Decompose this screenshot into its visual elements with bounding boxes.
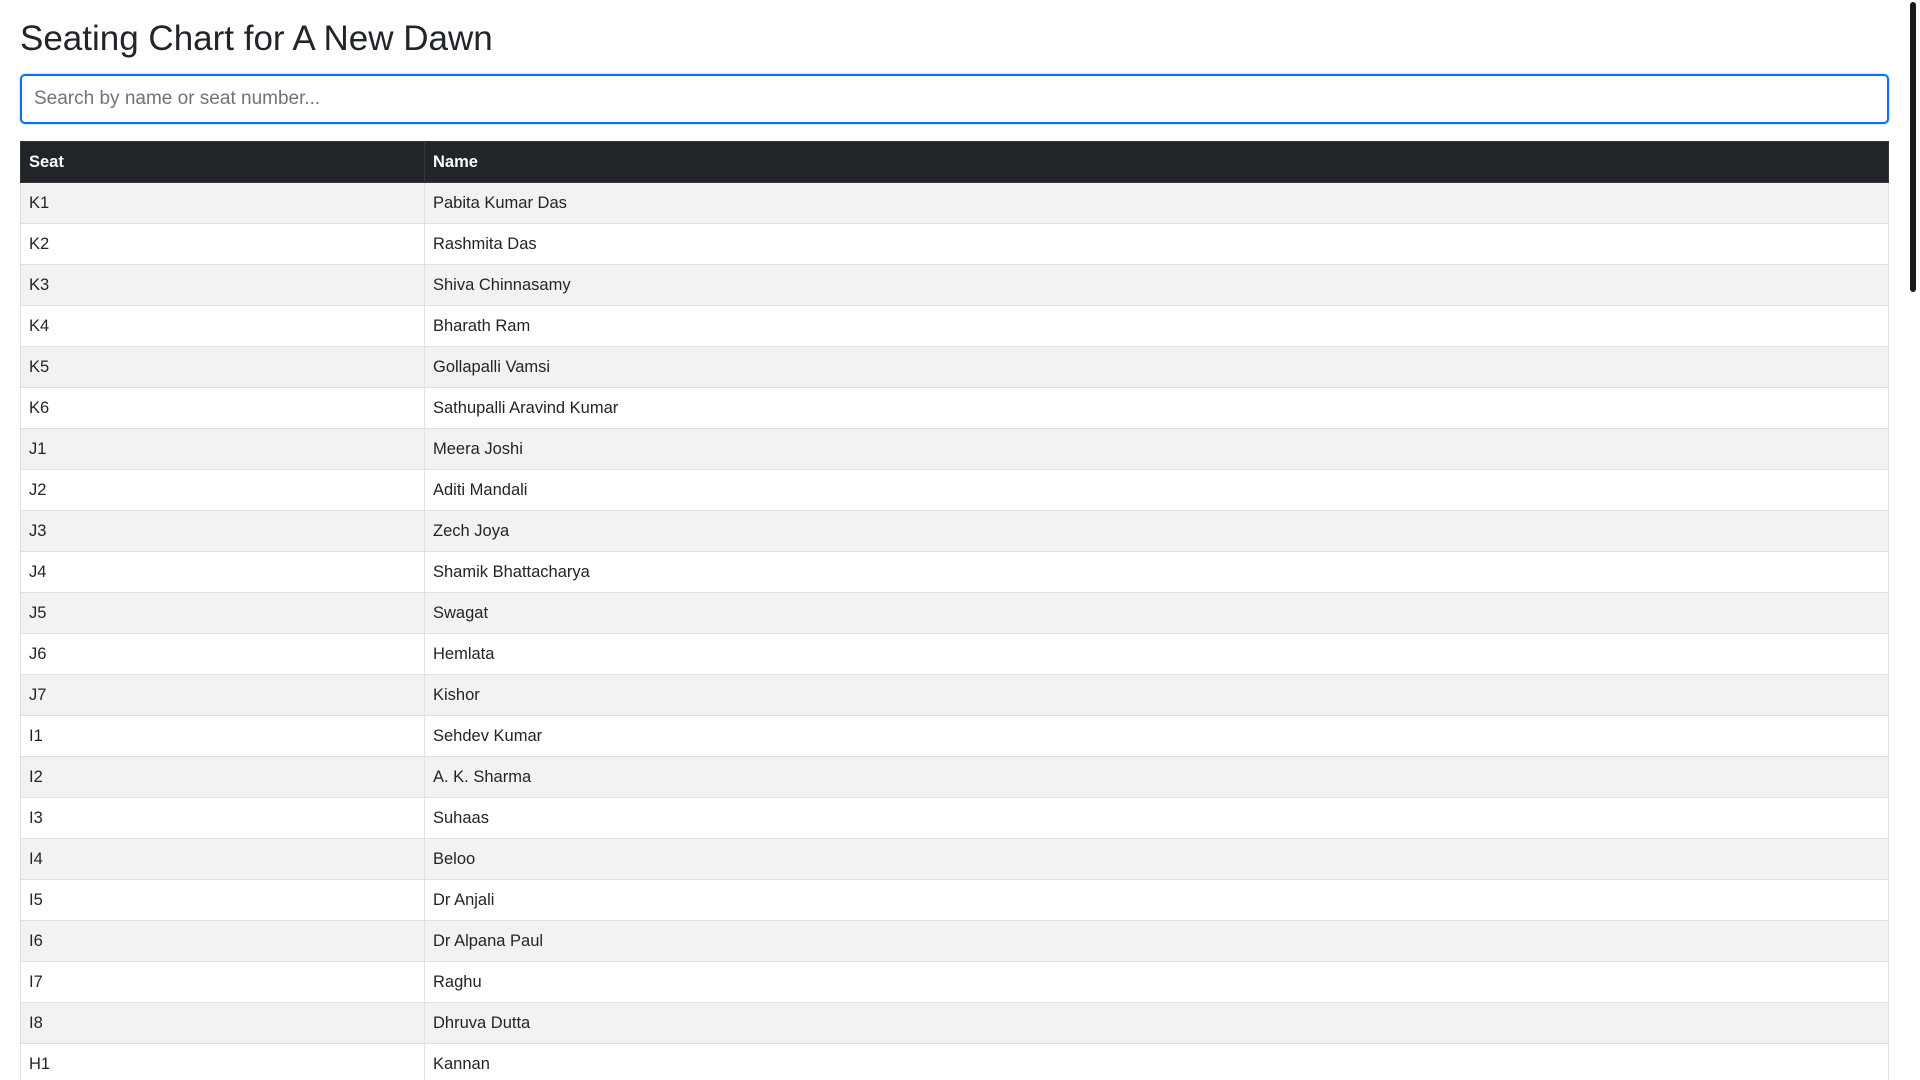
name-cell: Sathupalli Aravind Kumar (424, 387, 1889, 429)
table-row: K1 Pabita Kumar Das (20, 182, 1889, 224)
table-row: K4 Bharath Ram (20, 305, 1889, 347)
name-cell: Aditi Mandali (424, 469, 1889, 511)
name-cell: Sehdev Kumar (424, 715, 1889, 757)
name-cell: Shamik Bhattacharya (424, 551, 1889, 593)
seat-cell: I3 (20, 797, 425, 839)
main-content: Seating Chart for A New Dawn Seat Name K… (20, 0, 1889, 1080)
name-cell: Dr Alpana Paul (424, 920, 1889, 962)
seat-cell: I5 (20, 879, 425, 921)
seat-cell: K1 (20, 182, 425, 224)
name-cell: Dhruva Dutta (424, 1002, 1889, 1044)
table-row: J3 Zech Joya (20, 510, 1889, 552)
name-cell: Kannan (424, 1043, 1889, 1080)
table-row: J7 Kishor (20, 674, 1889, 716)
table-row: H1 Kannan (20, 1043, 1889, 1080)
table-row: I2 A. K. Sharma (20, 756, 1889, 798)
seat-cell: I1 (20, 715, 425, 757)
seat-cell: I4 (20, 838, 425, 880)
table-header-row: Seat Name (20, 141, 1889, 183)
seat-cell: I2 (20, 756, 425, 798)
table-row: I7 Raghu (20, 961, 1889, 1003)
name-cell: Swagat (424, 592, 1889, 634)
seat-cell: J5 (20, 592, 425, 634)
seat-cell: K5 (20, 346, 425, 388)
name-cell: Suhaas (424, 797, 1889, 839)
name-cell: Raghu (424, 961, 1889, 1003)
table-body: K1 Pabita Kumar Das K2 Rashmita Das K3 Shiva … (20, 182, 1889, 1080)
name-cell: Beloo (424, 838, 1889, 880)
seat-cell: J1 (20, 428, 425, 470)
vertical-scrollbar[interactable] (1906, 0, 1920, 1080)
table-row: J6 Hemlata (20, 633, 1889, 675)
table-row: I1 Sehdev Kumar (20, 715, 1889, 757)
table-row: I8 Dhruva Dutta (20, 1002, 1889, 1044)
name-cell: Shiva Chinnasamy (424, 264, 1889, 306)
seat-cell: I6 (20, 920, 425, 962)
table-row: I5 Dr Anjali (20, 879, 1889, 921)
name-cell: Pabita Kumar Das (424, 182, 1889, 224)
seat-cell: J4 (20, 551, 425, 593)
table-row: J4 Shamik Bhattacharya (20, 551, 1889, 593)
page: Seating Chart for A New Dawn Seat Name K… (0, 0, 1920, 1080)
seating-table: Seat Name K1 Pabita Kumar Das K2 Rashmita D… (20, 141, 1889, 1080)
name-cell: Hemlata (424, 633, 1889, 675)
table-row: J2 Aditi Mandali (20, 469, 1889, 511)
name-cell: Zech Joya (424, 510, 1889, 552)
seat-cell: K4 (20, 305, 425, 347)
seat-cell: I8 (20, 1002, 425, 1044)
table-header: Seat Name (20, 141, 1889, 183)
seat-cell: J7 (20, 674, 425, 716)
table-row: I6 Dr Alpana Paul (20, 920, 1889, 962)
table-row: I4 Beloo (20, 838, 1889, 880)
name-cell: Rashmita Das (424, 223, 1889, 265)
table-row: K5 Gollapalli Vamsi (20, 346, 1889, 388)
name-cell: Dr Anjali (424, 879, 1889, 921)
table-row: I3 Suhaas (20, 797, 1889, 839)
seat-cell: J3 (20, 510, 425, 552)
seat-cell: J6 (20, 633, 425, 675)
seat-cell: K6 (20, 387, 425, 429)
seat-cell: H1 (20, 1043, 425, 1080)
page-title: Seating Chart for A New Dawn (20, 19, 493, 58)
table-row: K6 Sathupalli Aravind Kumar (20, 387, 1889, 429)
seat-cell: K3 (20, 264, 425, 306)
search-input[interactable] (20, 74, 1889, 124)
name-cell: Kishor (424, 674, 1889, 716)
name-cell: Bharath Ram (424, 305, 1889, 347)
table-row: K3 Shiva Chinnasamy (20, 264, 1889, 306)
name-cell: Meera Joshi (424, 428, 1889, 470)
table-row: J5 Swagat (20, 592, 1889, 634)
scrollbar-thumb[interactable] (1910, 2, 1916, 292)
name-cell: Gollapalli Vamsi (424, 346, 1889, 388)
column-header-seat[interactable]: Seat (20, 141, 425, 183)
table-row: K2 Rashmita Das (20, 223, 1889, 265)
seat-cell: I7 (20, 961, 425, 1003)
table-row: J1 Meera Joshi (20, 428, 1889, 470)
column-header-name[interactable]: Name (424, 141, 1889, 183)
seat-cell: K2 (20, 223, 425, 265)
seat-cell: J2 (20, 469, 425, 511)
name-cell: A. K. Sharma (424, 756, 1889, 798)
